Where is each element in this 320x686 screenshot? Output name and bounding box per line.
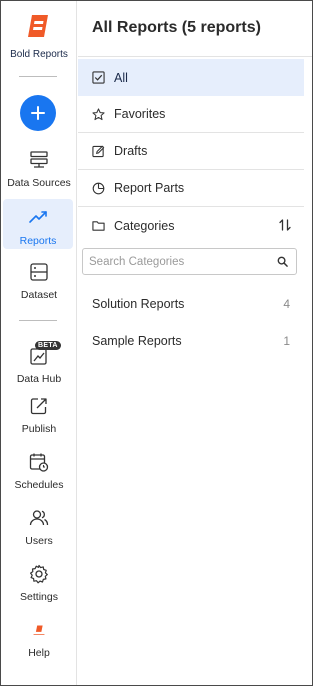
nav-settings[interactable]: Settings — [1, 563, 77, 609]
brand-logo[interactable]: Bold Reports — [1, 13, 77, 60]
nav-data-hub[interactable]: BETA Data Hub — [1, 341, 77, 387]
nav-label: Users — [25, 535, 53, 547]
list-item[interactable]: Sample Reports 1 — [78, 322, 304, 359]
bold-reports-logo-icon — [28, 15, 48, 37]
category-count: 4 — [283, 296, 290, 311]
nav-label: Schedules — [14, 479, 64, 491]
category-name: Sample Reports — [92, 333, 182, 348]
nav-publish[interactable]: Publish — [1, 395, 77, 441]
report-filter-menu: All Favorites Drafts Report Parts Catego… — [78, 59, 304, 244]
brand-name: Bold Reports — [10, 49, 68, 60]
menu-item-favorites[interactable]: Favorites — [78, 96, 304, 133]
menu-item-drafts[interactable]: Drafts — [78, 133, 304, 170]
nav-label: Data Sources — [7, 177, 71, 189]
nav-dataset[interactable]: Dataset — [1, 261, 77, 307]
reports-panel: All Reports (5 reports) All Favorites Dr… — [78, 1, 312, 685]
nav-label: Help — [28, 647, 50, 659]
add-button[interactable] — [20, 95, 56, 131]
star-icon — [92, 107, 105, 120]
nav-help[interactable]: Help — [1, 621, 77, 663]
menu-item-label: All — [114, 70, 128, 85]
nav-label: Reports — [19, 235, 57, 247]
pie-chart-icon — [92, 182, 105, 194]
users-icon — [29, 510, 49, 526]
nav-label: Settings — [20, 591, 58, 603]
data-sources-icon — [30, 151, 48, 168]
rail-divider — [19, 320, 57, 321]
search-input[interactable] — [83, 255, 268, 268]
nav-label: Dataset — [20, 289, 58, 301]
menu-item-label: Drafts — [114, 144, 148, 158]
left-nav-rail: Bold Reports Data Sources Reports Datase… — [1, 1, 77, 685]
dataset-icon — [30, 263, 48, 281]
folder-icon — [92, 221, 105, 231]
menu-item-report-parts[interactable]: Report Parts — [78, 170, 304, 207]
nav-schedules[interactable]: Schedules — [1, 451, 77, 497]
sort-icon[interactable] — [278, 218, 292, 232]
menu-item-categories[interactable]: Categories — [78, 207, 304, 244]
category-count: 1 — [283, 333, 290, 348]
menu-item-label: Report Parts — [114, 181, 185, 195]
nav-data-sources[interactable]: Data Sources — [1, 149, 77, 195]
nav-reports[interactable]: Reports — [3, 199, 73, 249]
gear-icon — [30, 564, 48, 584]
plus-icon — [31, 106, 45, 120]
menu-item-all[interactable]: All — [78, 59, 304, 96]
search-icon[interactable] — [277, 256, 288, 267]
publish-icon — [30, 398, 47, 415]
edit-icon — [92, 145, 105, 157]
menu-item-label: Categories — [114, 218, 175, 233]
page-title: All Reports (5 reports) — [92, 19, 261, 36]
nav-label: Data Hub — [16, 373, 62, 385]
nav-users[interactable]: Users — [1, 507, 77, 553]
list-item[interactable]: Solution Reports 4 — [78, 285, 304, 322]
category-name: Solution Reports — [92, 296, 185, 311]
nav-label: Publish — [21, 423, 57, 435]
category-list: Solution Reports 4 Sample Reports 1 — [78, 285, 304, 359]
rail-divider — [19, 76, 57, 77]
beta-badge: BETA — [35, 341, 61, 350]
checkbox-icon — [92, 71, 105, 84]
trend-chart-icon — [29, 211, 47, 223]
panel-header: All Reports (5 reports) — [78, 1, 312, 57]
bold-reports-small-logo — [33, 625, 45, 635]
menu-item-label: Favorites — [114, 107, 166, 121]
calendar-clock-icon — [29, 453, 49, 472]
category-search — [82, 248, 297, 275]
